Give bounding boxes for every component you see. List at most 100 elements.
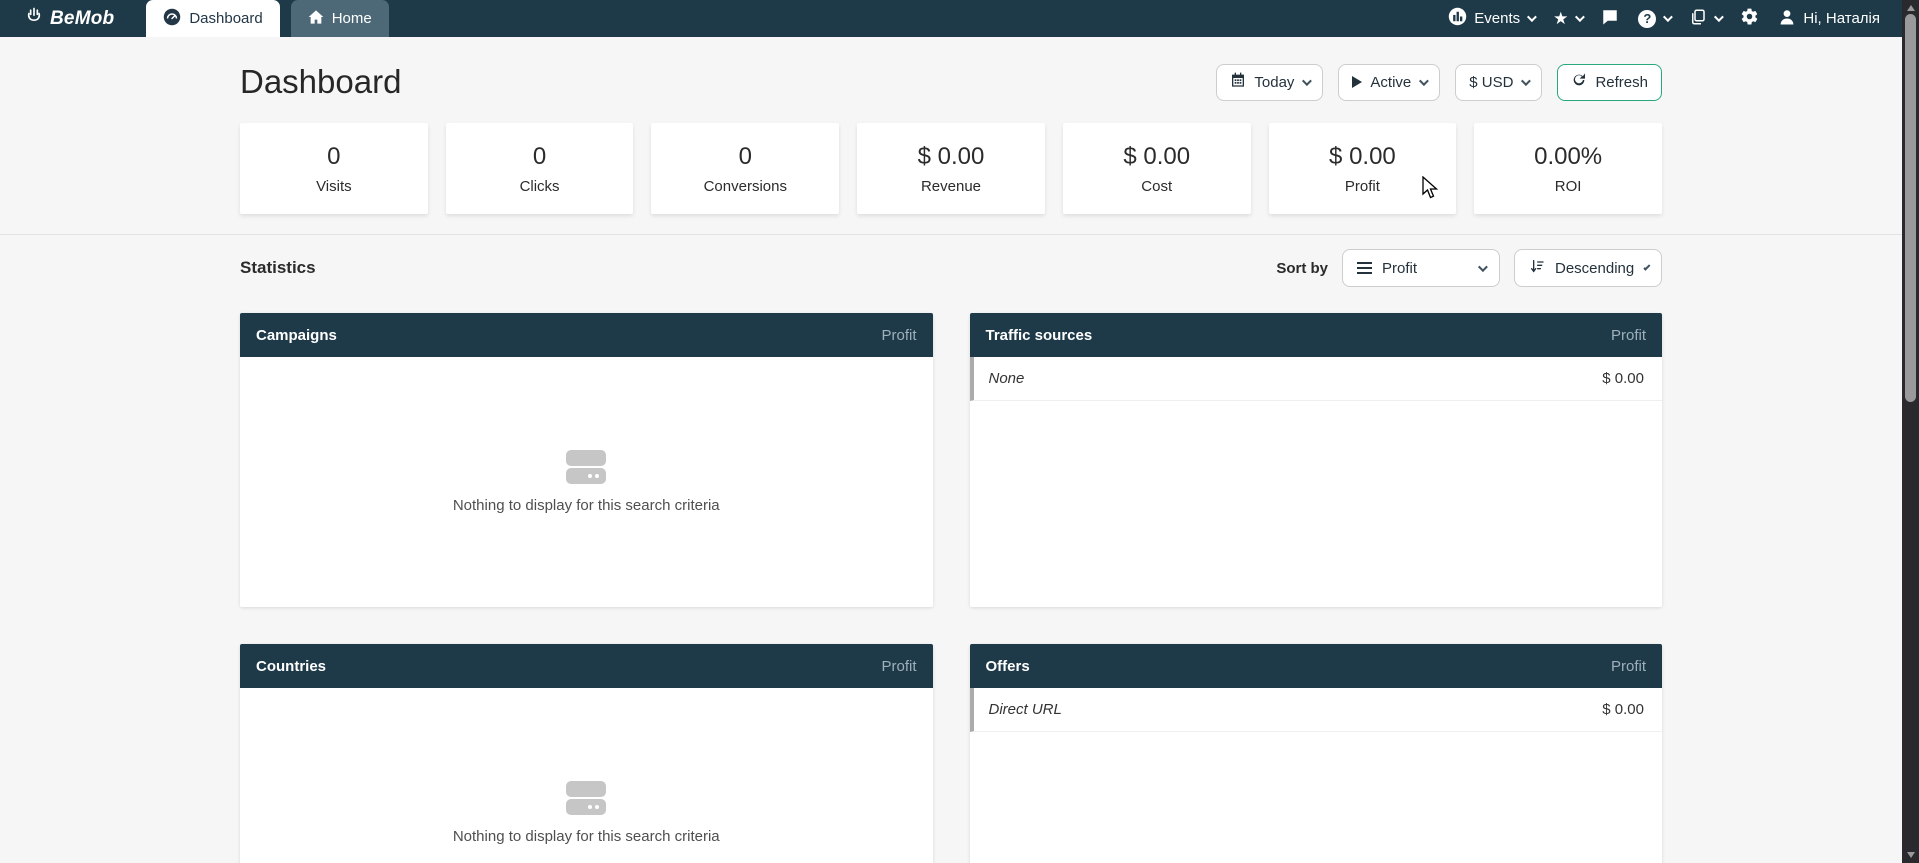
tab-dashboard[interactable]: Dashboard (146, 0, 279, 37)
chevron-down-icon (1521, 76, 1531, 86)
events-menu[interactable]: Events (1448, 7, 1534, 30)
vertical-scrollbar[interactable] (1902, 0, 1919, 863)
panel-title: Campaigns (256, 327, 337, 344)
panel-title: Countries (256, 658, 326, 675)
stat-value: 0.00% (1534, 143, 1602, 171)
panel-metric-label: Profit (881, 658, 916, 675)
stat-value: $ 0.00 (1123, 143, 1190, 171)
panel-traffic-sources: Traffic sources Profit None $ 0.00 (970, 313, 1663, 607)
database-empty-icon (566, 781, 606, 815)
pages-menu[interactable] (1689, 8, 1721, 30)
sort-by-label: Sort by (1276, 260, 1328, 277)
date-range-button[interactable]: Today (1216, 64, 1323, 101)
header-buttons: Today Active $ USD Refresh (1216, 64, 1662, 101)
stat-card-clicks: 0 Clicks (446, 123, 634, 214)
sort-descending-icon (1529, 258, 1545, 278)
panel-grid: Campaigns Profit Nothing to display for … (240, 313, 1662, 863)
user-icon (1778, 8, 1796, 30)
status-filter-label: Active (1370, 74, 1411, 91)
help-menu[interactable]: ? (1638, 10, 1670, 28)
stat-value: 0 (739, 143, 752, 171)
stat-value: $ 0.00 (918, 143, 985, 171)
table-row[interactable]: None $ 0.00 (970, 357, 1663, 401)
chevron-down-icon (1644, 263, 1651, 270)
chevron-down-icon (1302, 76, 1312, 86)
calendar-icon (1230, 72, 1246, 92)
row-name: None (989, 370, 1025, 387)
refresh-button[interactable]: Refresh (1557, 64, 1662, 101)
chevron-down-icon (1663, 12, 1673, 22)
brand-name: BeMob (50, 8, 114, 30)
empty-state: Nothing to display for this search crite… (240, 357, 933, 607)
empty-state-text: Nothing to display for this search crite… (453, 828, 720, 845)
stat-label: Visits (316, 178, 352, 195)
chevron-down-icon (1419, 76, 1429, 86)
copy-pages-icon (1689, 8, 1707, 30)
stat-card-revenue: $ 0.00 Revenue (857, 123, 1045, 214)
chevron-down-icon (1575, 12, 1585, 22)
section-divider (0, 234, 1902, 235)
page-header: Dashboard Today Active (240, 37, 1662, 101)
stat-card-roi: 0.00% ROI (1474, 123, 1662, 214)
stat-label: ROI (1555, 178, 1582, 195)
currency-button[interactable]: $ USD (1455, 64, 1542, 101)
row-name: Direct URL (989, 701, 1062, 718)
events-label: Events (1474, 10, 1520, 27)
chevron-down-icon (1527, 12, 1537, 22)
row-value: $ 0.00 (1602, 370, 1644, 387)
sort-controls: Sort by Profit Descending (1276, 249, 1662, 287)
chevron-down-icon (1714, 12, 1724, 22)
panel-metric-label: Profit (1611, 658, 1646, 675)
tab-dashboard-label: Dashboard (189, 10, 262, 27)
top-navbar: BeMob Dashboard Home (0, 0, 1902, 37)
panel-title: Offers (986, 658, 1030, 675)
stat-label: Revenue (921, 178, 981, 195)
date-range-label: Today (1254, 74, 1294, 91)
table-row[interactable]: Direct URL $ 0.00 (970, 688, 1663, 732)
page-title: Dashboard (240, 63, 401, 101)
panel-countries: Countries Profit Nothing to display for … (240, 644, 933, 863)
events-icon (1448, 7, 1467, 30)
refresh-label: Refresh (1595, 74, 1648, 91)
chevron-down-icon (1478, 262, 1488, 272)
scrollbar-thumb[interactable] (1905, 14, 1916, 402)
status-filter-button[interactable]: Active (1338, 64, 1440, 101)
sort-order-select[interactable]: Descending (1514, 249, 1662, 287)
tab-home[interactable]: Home (291, 0, 389, 37)
refresh-icon (1571, 72, 1587, 92)
main-content: Dashboard Today Active (240, 37, 1662, 214)
database-empty-icon (566, 450, 606, 484)
scroll-down-arrow[interactable] (1902, 847, 1919, 863)
stat-value: $ 0.00 (1329, 143, 1396, 171)
stat-label: Profit (1345, 178, 1380, 195)
panel-title: Traffic sources (986, 327, 1093, 344)
dashboard-gauge-icon (163, 8, 181, 30)
settings-button[interactable] (1740, 7, 1759, 30)
panel-campaigns: Campaigns Profit Nothing to display for … (240, 313, 933, 607)
nav-tabs: Dashboard Home (146, 0, 388, 37)
gear-icon (1740, 7, 1759, 30)
user-menu[interactable]: Hi, Наталія (1778, 8, 1880, 30)
stat-label: Cost (1141, 178, 1172, 195)
stat-value: 0 (533, 143, 546, 171)
currency-label: $ USD (1469, 74, 1513, 91)
panel-offers: Offers Profit Direct URL $ 0.00 (970, 644, 1663, 863)
list-icon (1357, 262, 1372, 274)
row-value: $ 0.00 (1602, 701, 1644, 718)
favorites-menu[interactable]: ★ (1553, 10, 1582, 27)
question-icon: ? (1638, 10, 1656, 28)
star-icon: ★ (1553, 10, 1568, 27)
sort-order-value: Descending (1555, 260, 1634, 277)
chat-icon (1601, 8, 1619, 30)
stat-cards: 0 Visits 0 Clicks 0 Conversions $ 0.00 R… (240, 123, 1662, 214)
feedback-button[interactable] (1601, 8, 1619, 30)
empty-state: Nothing to display for this search crite… (240, 688, 933, 863)
stat-card-cost: $ 0.00 Cost (1063, 123, 1251, 214)
sort-field-value: Profit (1382, 260, 1417, 277)
bemob-logo[interactable]: BeMob (24, 0, 114, 37)
stat-card-profit: $ 0.00 Profit (1269, 123, 1457, 214)
empty-state-text: Nothing to display for this search crite… (453, 497, 720, 514)
stat-value: 0 (327, 143, 340, 171)
sort-field-select[interactable]: Profit (1342, 249, 1500, 287)
play-icon (1352, 76, 1362, 88)
